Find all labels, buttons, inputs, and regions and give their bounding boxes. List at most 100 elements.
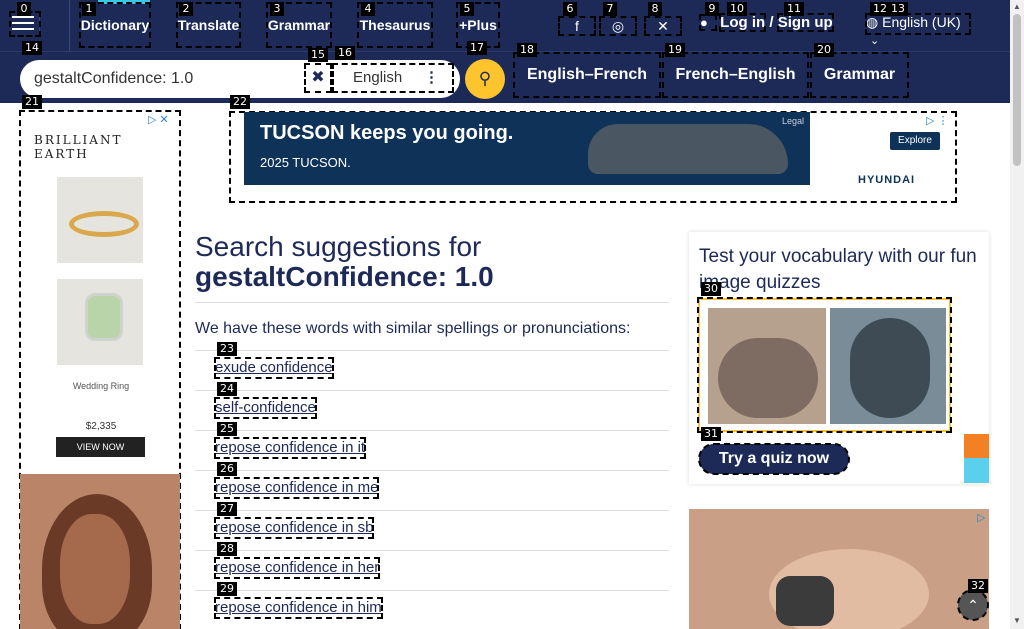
hippo-image [708, 308, 826, 424]
som-label: 5 [460, 2, 474, 16]
som-label: 23 [217, 342, 237, 356]
som-label: 26 [217, 462, 237, 476]
ad-legal: Legal [782, 116, 805, 126]
suggestion-link[interactable]: repose confidence in sb [213, 517, 375, 539]
ad-price: $2,335 [85, 421, 117, 432]
adchoices-icon[interactable]: ▷ [977, 511, 985, 524]
adchoices-icon[interactable]: ▷ ⋮ [926, 114, 949, 127]
explore-button[interactable]: Explore [890, 132, 940, 150]
globe-icon: ◍ [866, 14, 879, 30]
scroll-thumb[interactable] [1013, 14, 1021, 166]
suggestion-link[interactable]: self-confidence [214, 397, 317, 419]
adchoices-icon[interactable]: ▷ ✕ [148, 113, 169, 126]
som-label: 0 [17, 2, 31, 16]
search-button[interactable]: ⚲ [465, 59, 505, 99]
divider [195, 302, 669, 303]
som-label: 18 [517, 43, 537, 57]
som-label: 31 [701, 427, 721, 441]
page-title: Search suggestions for [195, 231, 482, 262]
auth-links: ● Log in / Sign up [699, 13, 834, 32]
gold-ring-image [57, 177, 143, 263]
search-icon: ⚲ [478, 69, 492, 88]
chevron-down-icon: ⌄ [870, 35, 880, 47]
top-banner-advertisement[interactable]: TUCSON keeps you going. 2025 TUCSON. Leg… [229, 111, 957, 203]
link-french-english[interactable]: French–English [662, 52, 809, 98]
link-grammar[interactable]: Grammar [810, 52, 909, 98]
divider [195, 510, 669, 511]
search-input[interactable] [34, 68, 304, 90]
scroll-down-icon[interactable]: ▼ [1013, 616, 1021, 625]
chevron-up-icon: ⌃ [967, 597, 979, 613]
hearing-aid-image [776, 576, 834, 626]
suggestion-link[interactable]: repose confidence in her [213, 557, 381, 579]
som-label: 25 [217, 422, 237, 436]
som-label: 13 [888, 2, 908, 16]
top-navbar [0, 0, 1010, 51]
som-label: 17 [467, 41, 487, 55]
quiz-title: Test your vocabulary with our fun image … [699, 246, 977, 293]
som-label: 22 [230, 95, 250, 109]
page-scrollbar[interactable]: ▲ ▼ [1010, 0, 1024, 629]
suggestion-link[interactable]: repose confidence in it [213, 437, 367, 459]
quiz-images-link[interactable] [697, 297, 952, 433]
suggestion-link[interactable]: repose confidence in me [213, 477, 380, 499]
dictionary-select[interactable]: English ⋮ [332, 63, 454, 93]
scroll-up-icon[interactable]: ▲ [1013, 2, 1021, 11]
clear-search-button[interactable]: ✖ [304, 63, 332, 93]
som-label: 24 [217, 382, 237, 396]
try-quiz-button[interactable]: Try a quiz now [698, 443, 850, 475]
som-label: 1 [82, 2, 96, 16]
som-label: 7 [603, 2, 617, 16]
som-label: 27 [217, 502, 237, 516]
som-label: 9 [705, 2, 719, 16]
ad-headline: TUCSON keeps you going. [260, 122, 514, 144]
som-label: 28 [217, 542, 237, 556]
auth-separator: / [769, 14, 774, 31]
som-label: 12 [870, 2, 890, 16]
language-selector[interactable]: ◍ English (UK) ⌄ [865, 13, 971, 47]
bottom-right-advertisement[interactable]: ▷ [689, 509, 989, 629]
link-english-french[interactable]: English–French [513, 52, 661, 98]
ad-subline: 2025 TUCSON. [260, 155, 351, 170]
login-link[interactable]: Log in [719, 13, 767, 32]
divider [195, 430, 669, 431]
back-to-top-button[interactable]: ⌃ [957, 589, 989, 621]
divider [195, 350, 669, 351]
divider [195, 550, 669, 551]
green-ring-image [57, 279, 143, 365]
som-label: 6 [563, 2, 577, 16]
som-label: 14 [22, 41, 42, 55]
divider [195, 470, 669, 471]
search-term-title: gestaltConfidence: 1.0 [195, 261, 494, 292]
som-label: 11 [784, 2, 804, 16]
som-label: 4 [361, 2, 375, 16]
suggestion-link[interactable]: repose confidence in him [214, 597, 383, 619]
suggestions-intro: We have these words with similar spellin… [195, 320, 631, 337]
som-label: 19 [665, 43, 685, 57]
som-label: 10 [727, 2, 747, 16]
som-label: 20 [814, 43, 834, 57]
left-advertisement[interactable]: ▷ ✕ BRILLIANT EARTH Wedding Ring $2,335 … [19, 110, 181, 629]
more-options-icon: ⋮ [424, 69, 439, 86]
som-label: 2 [179, 2, 193, 16]
feedback-tab[interactable] [964, 458, 989, 483]
som-label: 29 [217, 582, 237, 596]
som-label: 21 [22, 95, 42, 109]
som-label: 8 [648, 2, 662, 16]
seal-image [830, 308, 946, 424]
car-image [588, 124, 788, 174]
facebook-icon[interactable]: f [558, 16, 596, 36]
som-label: 16 [335, 46, 355, 60]
som-label: 30 [701, 282, 721, 296]
ad-brand: BRILLIANT EARTH [34, 133, 123, 161]
suggestion-link[interactable]: exude confidence [214, 357, 334, 379]
ad-brand: HYUNDAI [858, 174, 916, 186]
instagram-icon[interactable]: ◎ [599, 16, 637, 36]
view-now-button[interactable]: VIEW NOW [56, 437, 145, 457]
signup-link[interactable]: Sign up [776, 13, 834, 32]
x-twitter-icon[interactable]: ✕ [644, 16, 682, 36]
portrait-ad-image [20, 474, 180, 629]
feedback-tab[interactable] [964, 434, 989, 458]
language-label: English (UK) [882, 14, 961, 30]
user-icon[interactable]: ● [699, 14, 717, 31]
